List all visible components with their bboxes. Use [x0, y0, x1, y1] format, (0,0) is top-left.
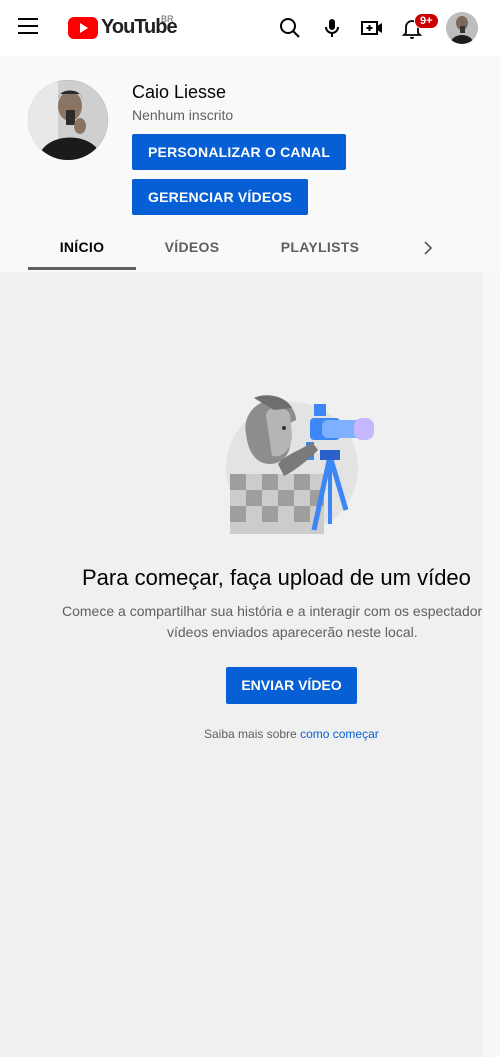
empty-state-description-line1: Comece a compartilhar sua história e a i…: [62, 603, 483, 619]
mic-icon[interactable]: [318, 14, 346, 42]
upload-video-button[interactable]: ENVIAR VÍDEO: [226, 667, 357, 704]
learn-more-prefix: Saiba mais sobre: [204, 727, 297, 741]
camera-operator-illustration: [226, 395, 374, 534]
create-video-icon[interactable]: [358, 14, 386, 42]
youtube-logo-icon: [68, 16, 98, 39]
subscriber-count: Nenhum inscrito: [132, 107, 234, 123]
customize-channel-button[interactable]: PERSONALIZAR O CANAL: [132, 134, 347, 170]
notification-badge: 9+: [414, 13, 439, 29]
tab-videos[interactable]: VÍDEOS: [148, 230, 236, 270]
channel-header: Caio Liesse Nenhum inscrito PERSONALIZAR…: [0, 56, 500, 272]
tab-home[interactable]: INÍCIO: [28, 230, 136, 270]
channel-avatar[interactable]: [28, 80, 108, 160]
search-icon[interactable]: [276, 14, 304, 42]
how-to-start-link[interactable]: como começar: [300, 727, 379, 741]
menu-icon[interactable]: [18, 18, 38, 34]
empty-state-title: Para começar, faça upload de um vídeo: [82, 565, 471, 590]
account-avatar[interactable]: [446, 12, 478, 44]
empty-state-description: Comece a compartilhar sua história e a i…: [62, 601, 483, 643]
manage-videos-button[interactable]: GERENCIAR VÍDEOS: [132, 179, 308, 215]
top-app-bar: YouTube BR 9+: [0, 0, 500, 56]
channel-tabs: INÍCIO VÍDEOS PLAYLISTS: [0, 230, 500, 272]
tab-playlists[interactable]: PLAYLISTS: [268, 230, 372, 270]
scrollbar-track[interactable]: [483, 272, 500, 1057]
channel-name: Caio Liesse: [132, 82, 227, 102]
chevron-right-icon[interactable]: [418, 238, 438, 258]
learn-more-text: Saiba mais sobre como começar: [204, 727, 379, 741]
country-code: BR: [161, 14, 174, 24]
empty-state-description-line2: vídeos enviados aparecerão neste local.: [167, 624, 418, 640]
